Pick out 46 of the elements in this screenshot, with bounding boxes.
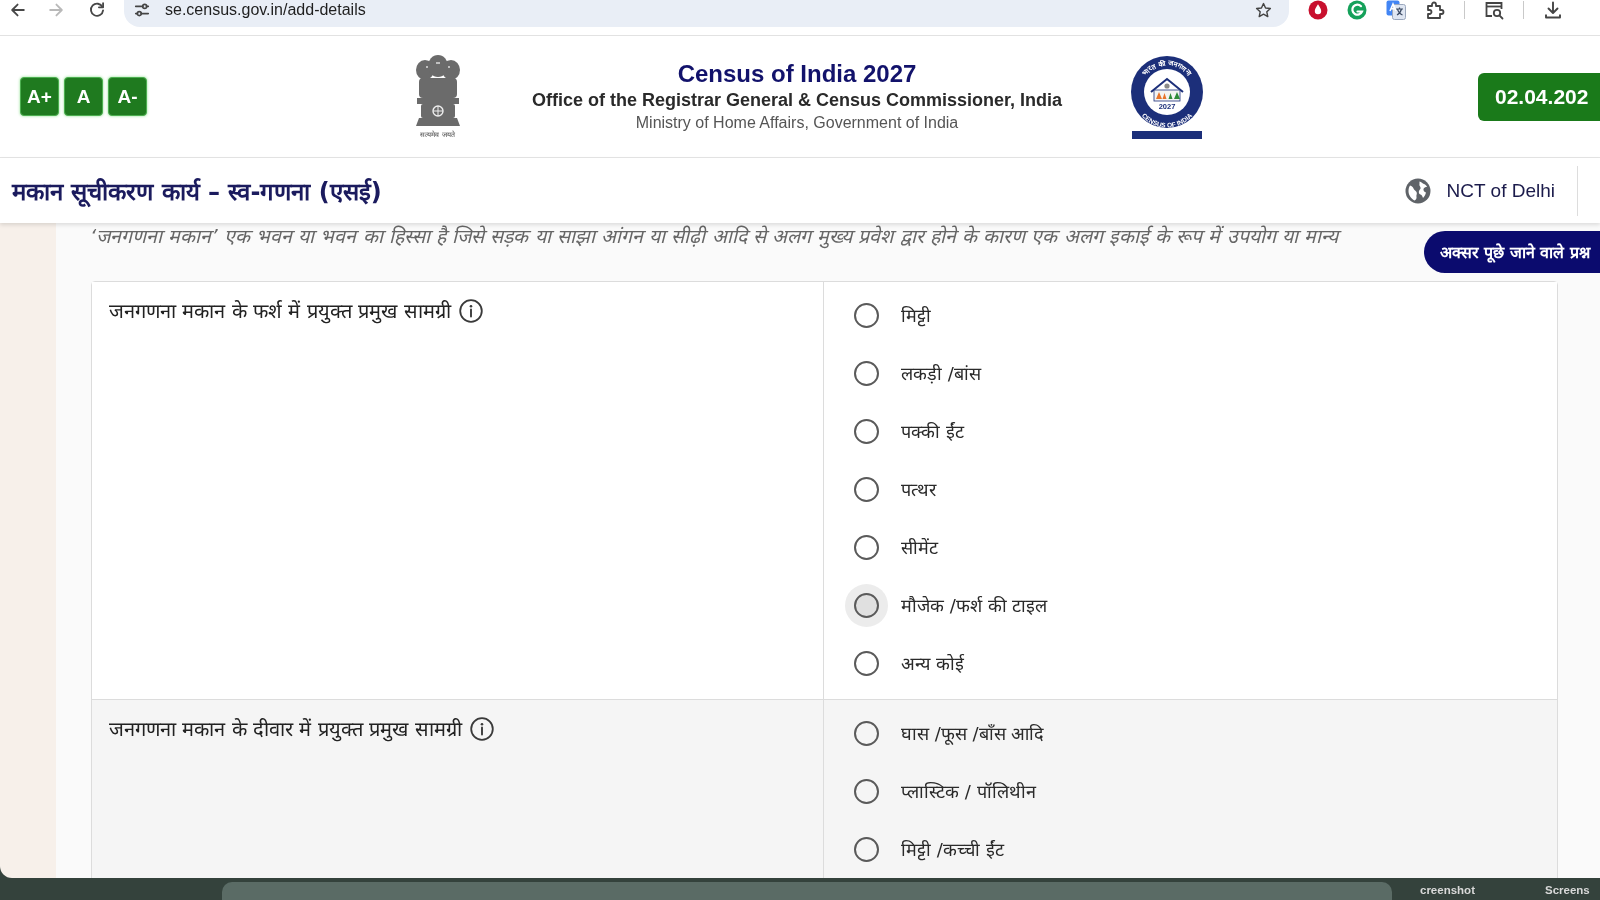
star-icon[interactable] — [1254, 0, 1273, 20]
option-label: सीमेंट — [901, 536, 938, 559]
file-label[interactable]: creenshot — [1420, 880, 1475, 900]
faq-button[interactable]: अक्सर पूछे जाने वाले प्रश्न — [1423, 231, 1600, 273]
section-title: मकान सूचीकरण कार्य – स्व-गणना (एसई) — [12, 177, 382, 207]
option-label: प्लास्टिक / पॉलिथीन — [901, 780, 1036, 803]
date-badge: 02.04.202 — [1478, 72, 1600, 121]
ministry-name: Ministry of Home Affairs, Government of India — [634, 112, 960, 133]
info-icon[interactable] — [469, 717, 494, 741]
puzzle-piece-icon[interactable] — [1425, 0, 1445, 20]
radio-button[interactable] — [854, 302, 879, 328]
option-label: मिट्टी — [901, 304, 931, 327]
question-label: जनगणना मकान के फर्श में प्रयुक्त प्रमुख सामग्री — [109, 298, 451, 325]
font-size-button[interactable]: A+ — [20, 77, 59, 116]
info-icon[interactable] — [458, 299, 483, 323]
download-icon[interactable] — [1543, 0, 1563, 20]
option-label: पक्की ईंट — [901, 420, 964, 443]
globe-icon — [1404, 177, 1431, 204]
drop-icon[interactable] — [1308, 0, 1328, 20]
extension-ring-icon[interactable] — [1347, 0, 1367, 20]
radio-button[interactable] — [854, 836, 879, 862]
radio-button[interactable] — [854, 720, 879, 746]
radio-button[interactable] — [854, 418, 879, 444]
radio-button[interactable] — [854, 476, 879, 502]
sliders-icon[interactable] — [133, 1, 151, 19]
address-bar[interactable]: se.census.gov.in/add-details — [124, 0, 1289, 27]
file-label[interactable]: Screens — [1544, 880, 1590, 900]
option-label: पत्थर — [901, 478, 936, 501]
site-title: Census of India 2027 — [676, 59, 918, 88]
tab-search-icon[interactable] — [1484, 0, 1504, 20]
radio-button[interactable] — [854, 650, 879, 676]
font-size-button[interactable]: A — [64, 77, 103, 116]
question-label: जनगणना मकान के दीवार में प्रयुक्त प्रमुख सामग्री — [109, 716, 462, 743]
radio-button[interactable] — [854, 778, 879, 804]
site-subtitle: Office of the Registrar General & Census Commissioner, India — [530, 88, 1064, 112]
radio-button[interactable] — [854, 360, 879, 386]
option-label: मौजेक /फर्श की टाइल — [901, 594, 1048, 617]
region-name[interactable]: NCT of Delhi — [1446, 179, 1555, 202]
option-label: लकड़ी /बांस — [901, 362, 981, 385]
reload-icon[interactable] — [87, 0, 107, 20]
translate-icon[interactable] — [1386, 0, 1406, 20]
option-label: अन्य कोई — [901, 652, 964, 675]
font-size-button[interactable]: A- — [108, 77, 147, 116]
option-label: घास /फूस /बाँस आदि — [901, 722, 1045, 745]
radio-button[interactable] — [854, 534, 879, 560]
option-label: मिट्टी /कच्ची ईंट — [901, 838, 1004, 861]
